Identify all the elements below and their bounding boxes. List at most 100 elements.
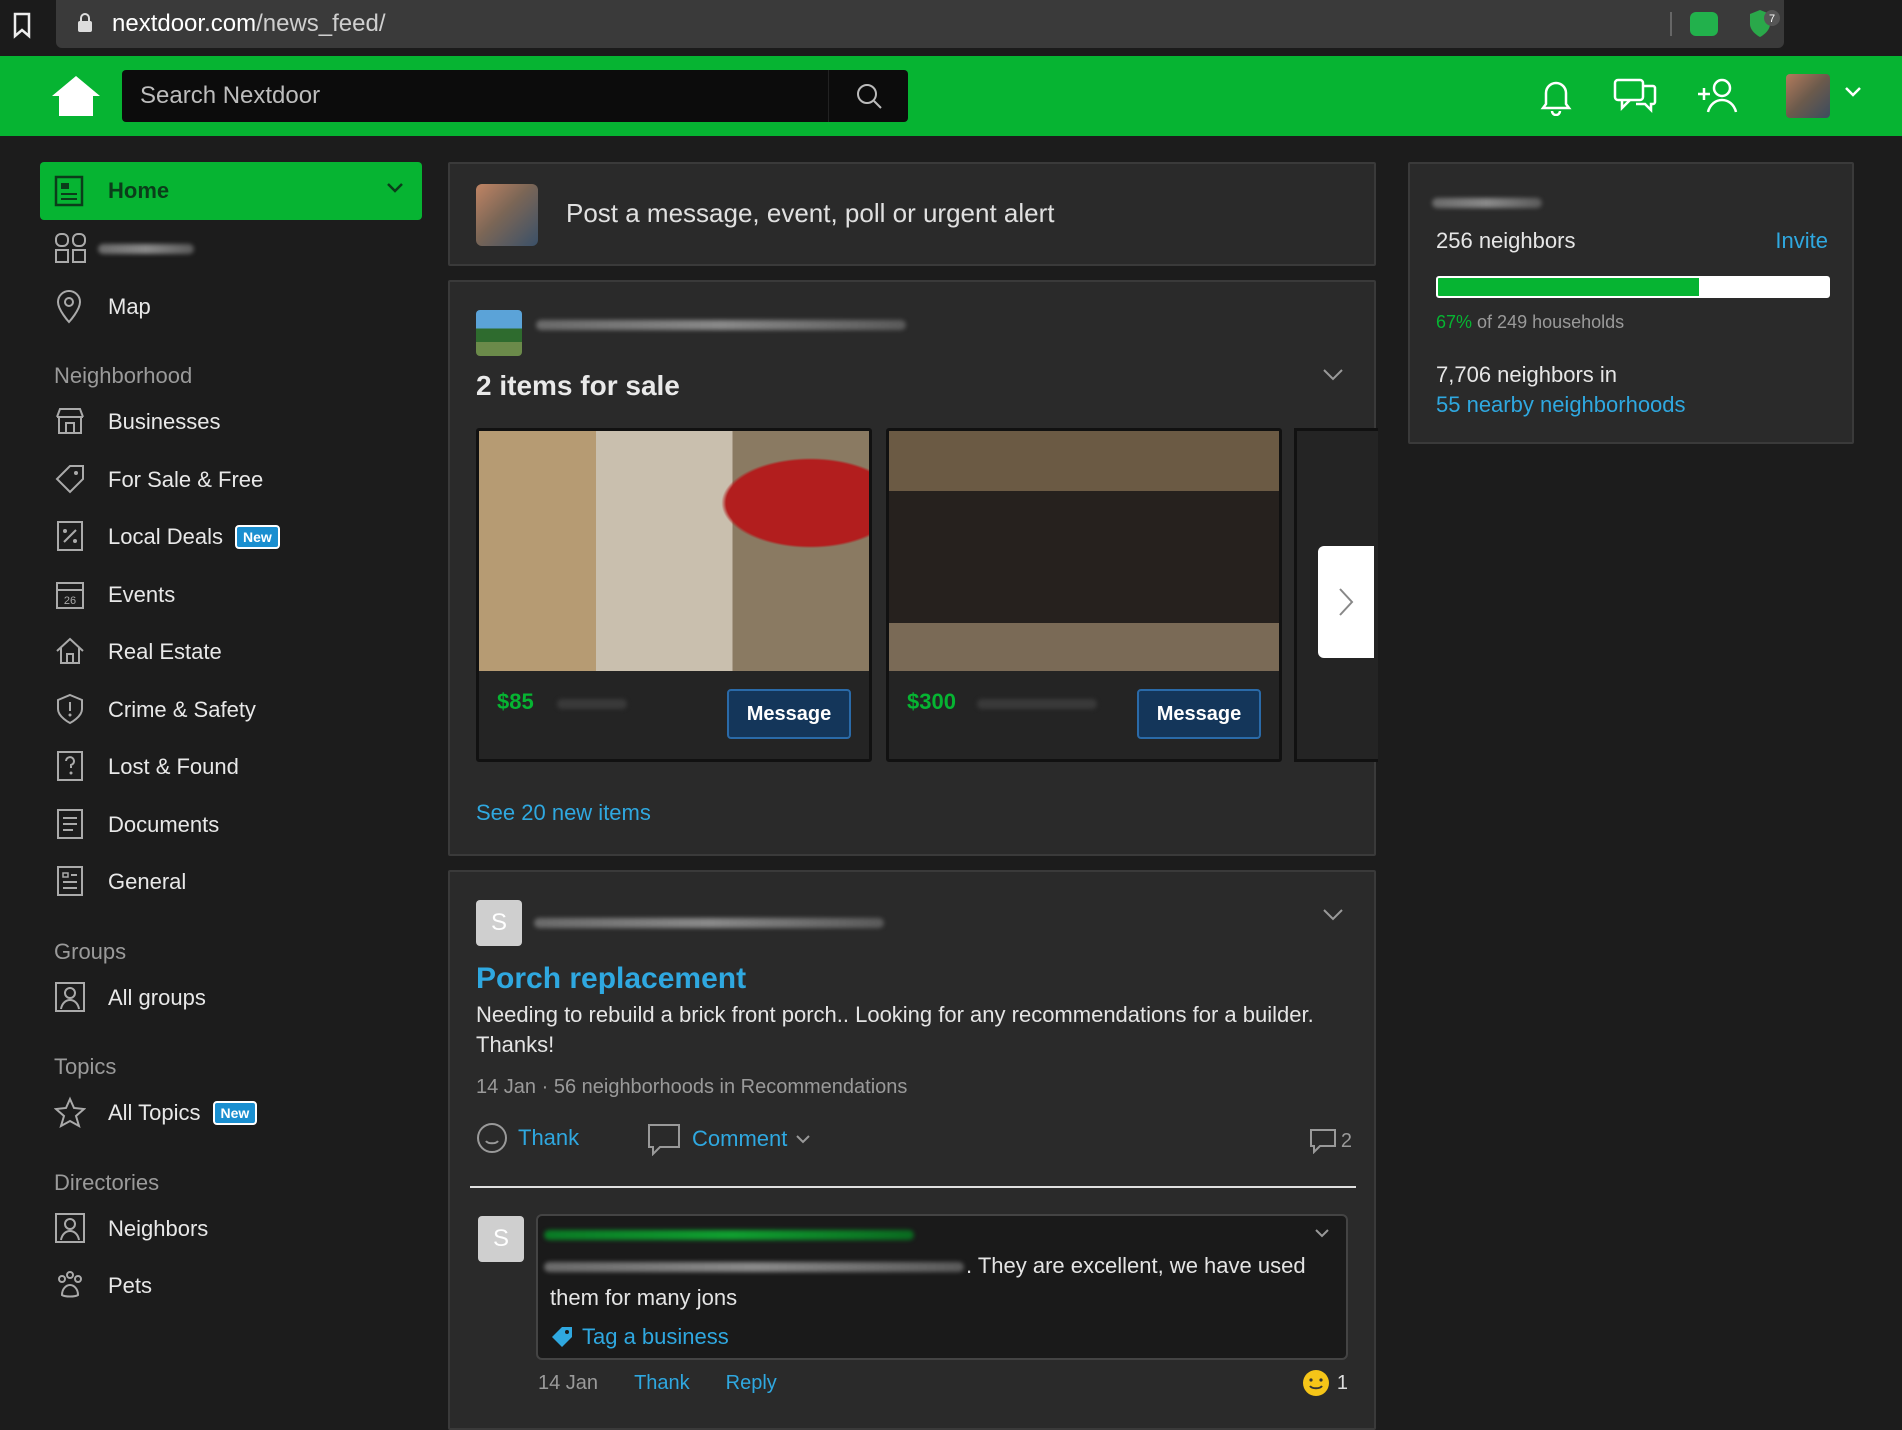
- sidebar-item-pets[interactable]: Pets: [40, 1257, 422, 1315]
- messages-icon[interactable]: [1612, 76, 1658, 116]
- sidebar-item-map[interactable]: Map: [40, 278, 422, 336]
- tag-business-link[interactable]: Tag a business: [550, 1324, 729, 1350]
- message-button[interactable]: Message: [727, 689, 851, 739]
- poster-avatar[interactable]: S: [476, 900, 522, 946]
- poster-avatar[interactable]: [476, 310, 522, 356]
- sidebar-item-label: Real Estate: [108, 639, 222, 664]
- reaction-count[interactable]: 1: [1301, 1368, 1348, 1398]
- sidebar-item-for-sale-free[interactable]: For Sale & Free: [40, 451, 422, 509]
- sidebar-item-businesses[interactable]: Businesses: [40, 393, 422, 451]
- post-actions: Thank Comment 2: [476, 1122, 1352, 1162]
- neighborhood-stats-card: 256 neighbors Invite 67% of 249 househol…: [1408, 162, 1854, 444]
- section-heading-neighborhood: Neighborhood: [54, 363, 193, 388]
- progress-fill: [1438, 278, 1700, 296]
- comment-reply-link[interactable]: Reply: [726, 1372, 777, 1394]
- commenter-avatar[interactable]: S: [478, 1216, 524, 1262]
- sidebar-item-all-groups[interactable]: All groups: [40, 969, 422, 1027]
- chevron-down-icon[interactable]: [386, 182, 404, 194]
- sidebar-item-label: Lost & Found: [108, 754, 239, 779]
- lock-icon: [78, 13, 92, 32]
- sidebar-item-label: All Topics New: [108, 1100, 258, 1126]
- browser-toolbar: nextdoor.com/news_feed/ 7: [0, 0, 1902, 56]
- chevron-down-icon[interactable]: [1322, 368, 1344, 382]
- house-icon: [56, 637, 84, 664]
- item-photo-water-cooler[interactable]: [479, 431, 869, 671]
- post-title[interactable]: Porch replacement: [476, 962, 746, 996]
- comment: . They are excellent, we have used them …: [536, 1214, 1348, 1360]
- invite-link[interactable]: Invite: [1775, 228, 1828, 254]
- search-input[interactable]: [140, 70, 820, 122]
- calendar-icon: 26: [56, 581, 84, 609]
- tag-icon: [552, 1327, 572, 1347]
- sidebar-item-label: Home: [108, 178, 170, 203]
- smiley-icon: [477, 1123, 507, 1153]
- chevron-down-icon[interactable]: [1844, 86, 1862, 98]
- card-title: 2 items for sale: [476, 370, 680, 401]
- comment-button[interactable]: Comment: [646, 1122, 811, 1156]
- sale-item-card[interactable]: $85 Message: [476, 428, 872, 762]
- household-stat: 67% of 249 households: [1436, 312, 1625, 332]
- sidebar-item-neighbors[interactable]: Neighbors: [40, 1200, 422, 1258]
- sidebar-item-neighborhood[interactable]: [40, 220, 422, 278]
- sidebar-item-label: Map: [108, 293, 151, 319]
- divider: [470, 1186, 1356, 1188]
- carousel-next-button[interactable]: [1318, 546, 1374, 658]
- chevron-down-icon[interactable]: [1314, 1228, 1330, 1238]
- nearby-stat: 7,706 neighbors in 55 nearby neighborhood…: [1436, 360, 1686, 420]
- sidebar-item-crime-safety[interactable]: Crime & Safety: [40, 681, 422, 739]
- item-photo-dining-table[interactable]: [889, 431, 1279, 671]
- post-card: S Porch replacement Needing to rebuild a…: [448, 870, 1376, 1430]
- svg-text:7: 7: [1769, 13, 1775, 25]
- extension-chat-icon[interactable]: [1690, 12, 1718, 36]
- newsfeed-icon: [54, 175, 84, 207]
- sidebar-item-local-deals[interactable]: Local Deals New: [40, 508, 422, 566]
- sidebar-item-all-topics[interactable]: All Topics New: [40, 1084, 422, 1142]
- map-pin-icon: [56, 289, 82, 323]
- section-heading-directories: Directories: [54, 1169, 160, 1195]
- thank-button[interactable]: Thank: [476, 1122, 579, 1154]
- comment-bubble-icon: [1309, 1129, 1336, 1154]
- nearby-neighborhoods-link[interactable]: 55 nearby neighborhoods: [1436, 390, 1686, 420]
- nextdoor-home-logo-icon[interactable]: [50, 74, 102, 118]
- section-heading-groups: Groups: [54, 938, 127, 964]
- comment-text: . They are excellent, we have used them …: [550, 1253, 1306, 1310]
- search-icon: [856, 84, 882, 109]
- sidebar-item-label: Pets: [108, 1273, 153, 1298]
- item-price: $85: [497, 689, 534, 714]
- bell-icon[interactable]: [1538, 76, 1574, 116]
- sidebar-item-label: Neighbors: [108, 1215, 209, 1241]
- composer-prompt[interactable]: Post a message, event, poll or urgent al…: [566, 198, 1055, 229]
- address-bar[interactable]: nextdoor.com/news_feed/ 7: [56, 0, 1784, 48]
- storefront-icon: [56, 408, 84, 434]
- chevron-right-icon: [1339, 588, 1354, 616]
- smiley-reaction-icon: [1302, 1370, 1329, 1396]
- svg-text:26: 26: [64, 595, 76, 607]
- message-button[interactable]: Message: [1137, 689, 1261, 739]
- groups-icon: [55, 981, 85, 1012]
- sidebar-item-real-estate[interactable]: Real Estate: [40, 623, 422, 681]
- comment-thank-link[interactable]: Thank: [634, 1372, 690, 1394]
- post-body: Needing to rebuild a brick front porch..…: [476, 1002, 1314, 1057]
- extension-shield-icon[interactable]: 7: [1746, 8, 1786, 42]
- new-badge: New: [212, 1101, 258, 1125]
- see-new-items-link[interactable]: See 20 new items: [476, 800, 651, 826]
- toolbar-divider: [1670, 12, 1672, 36]
- sidebar-item-label: General: [108, 869, 187, 894]
- post-composer[interactable]: Post a message, event, poll or urgent al…: [448, 162, 1376, 266]
- search-button[interactable]: [828, 70, 908, 122]
- sidebar-item-label: Local Deals New: [108, 524, 280, 550]
- sidebar-item-home[interactable]: Home: [40, 162, 422, 220]
- percent-coupon-icon: [57, 521, 83, 551]
- sidebar-item-label: All groups: [108, 984, 206, 1010]
- user-avatar[interactable]: [1786, 74, 1830, 118]
- sidebar-item-events[interactable]: 26 Events: [40, 566, 422, 624]
- sidebar-item-label: Crime & Safety: [108, 696, 256, 722]
- sidebar-item-lost-found[interactable]: Lost & Found: [40, 738, 422, 796]
- add-neighbor-icon[interactable]: [1696, 76, 1740, 116]
- bookmark-icon[interactable]: [12, 12, 32, 40]
- sale-item-card[interactable]: $300 Message: [886, 428, 1282, 762]
- chevron-down-icon[interactable]: [1322, 908, 1344, 922]
- sidebar-item-general[interactable]: General: [40, 853, 422, 911]
- sidebar-item-documents[interactable]: Documents: [40, 796, 422, 854]
- redacted-item-name: [977, 699, 1097, 709]
